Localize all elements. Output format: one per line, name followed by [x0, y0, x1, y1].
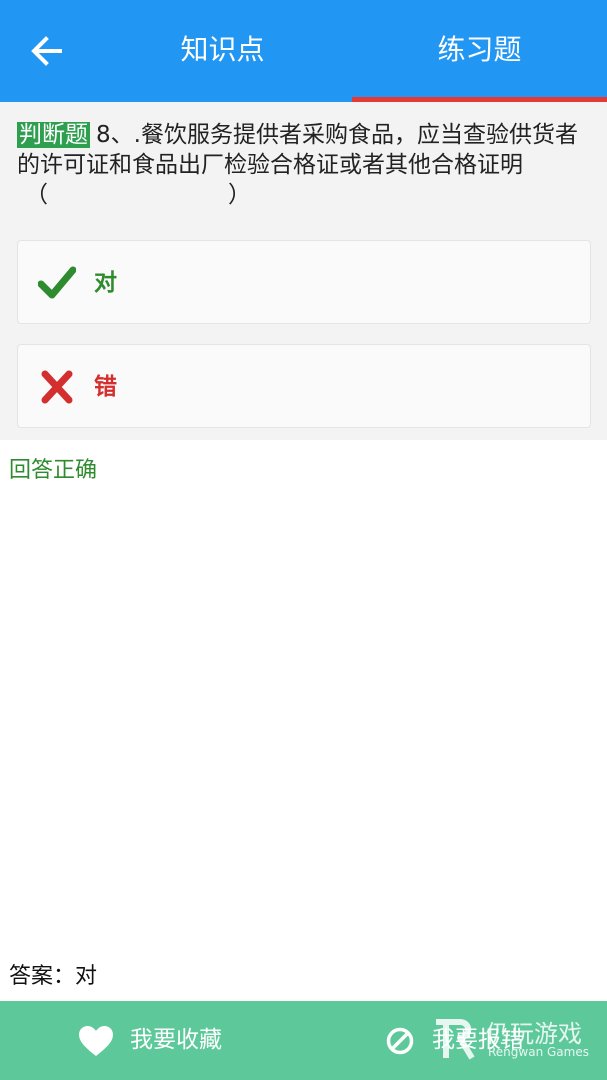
- question-area: 判断题 8、.餐饮服务提供者采购食品，应当查验供货者的许可证和食品出厂检验合格证或…: [0, 102, 607, 440]
- check-icon: [38, 266, 76, 299]
- heart-icon: [79, 1026, 113, 1056]
- result-feedback: 回答正确: [9, 458, 98, 483]
- report-error-label: 我要报错: [432, 1027, 524, 1053]
- app-header: 知识点 练习题: [0, 0, 607, 102]
- option-true[interactable]: 对: [17, 240, 591, 324]
- tab-knowledge-points[interactable]: 知识点: [110, 0, 335, 102]
- bottom-action-bar: 我要收藏 我要报错: [0, 1001, 607, 1080]
- arrow-left-icon: [31, 36, 62, 66]
- answer-blank: （）: [25, 182, 251, 208]
- block-icon: [386, 1027, 414, 1055]
- correct-answer: 答案：对: [9, 964, 98, 989]
- option-false[interactable]: 错: [17, 344, 591, 428]
- favorite-label: 我要收藏: [130, 1027, 222, 1053]
- question-type-tag: 判断题: [17, 122, 90, 148]
- option-false-label: 错: [94, 374, 117, 400]
- question-text-block: 判断题 8、.餐饮服务提供者采购食品，应当查验供货者的许可证和食品出厂检验合格证或…: [17, 120, 592, 210]
- cross-icon: [41, 370, 73, 404]
- back-button[interactable]: [26, 30, 68, 72]
- question-text: 8、.餐饮服务提供者采购食品，应当查验供货者的许可证和食品出厂检验合格证或者其他…: [17, 122, 578, 178]
- option-true-label: 对: [94, 270, 117, 296]
- favorite-button[interactable]: 我要收藏: [78, 1001, 278, 1080]
- tab-practice-questions[interactable]: 练习题: [352, 0, 607, 102]
- report-error-button[interactable]: 我要报错: [386, 1001, 586, 1080]
